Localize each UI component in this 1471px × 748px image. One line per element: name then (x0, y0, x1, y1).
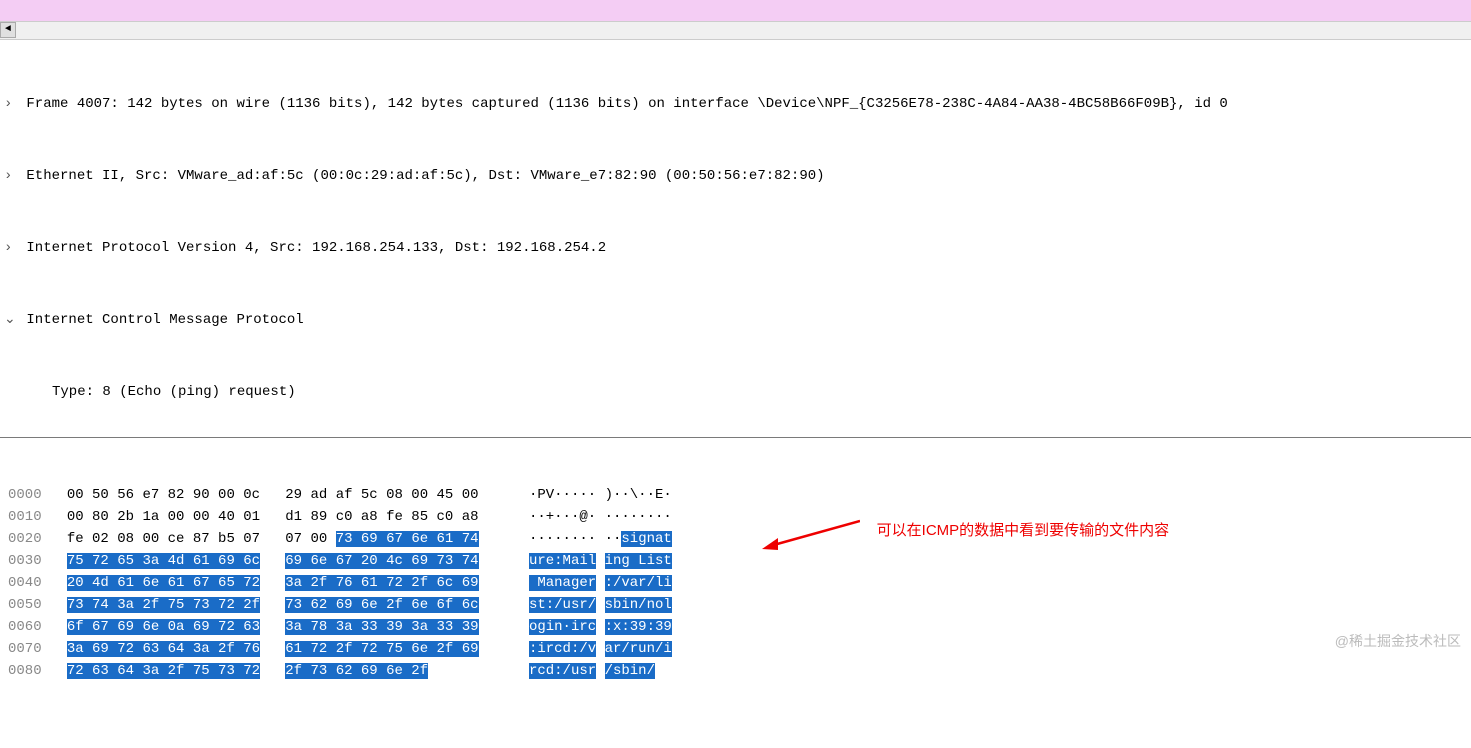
hex-ascii-highlighted: rcd:/usr (529, 663, 596, 679)
hex-row[interactable]: 0050 73 74 3a 2f 75 73 72 2f 73 62 69 6e… (0, 594, 1471, 616)
hex-ascii-highlighted: ing List (605, 553, 672, 569)
horizontal-scrollbar[interactable]: ◄ (0, 22, 1471, 40)
hex-bytes: 00 80 2b 1a 00 00 40 01 (67, 509, 260, 525)
hex-bytes-highlighted: 2f 73 62 69 6e 2f (285, 663, 428, 679)
hex-offset: 0040 (8, 575, 42, 591)
hex-row[interactable]: 0030 75 72 65 3a 4d 61 69 6c 69 6e 67 20… (0, 550, 1471, 572)
tree-frame[interactable]: › Frame 4007: 142 bytes on wire (1136 bi… (0, 92, 1471, 116)
hex-row[interactable]: 0020 fe 02 08 00 ce 87 b5 07 07 00 73 69… (0, 528, 1471, 550)
hex-bytes-highlighted: 75 72 65 3a 4d 61 69 6c (67, 553, 260, 569)
chevron-right-icon[interactable]: › (4, 164, 18, 188)
hex-ascii-highlighted: :/var/li (605, 575, 672, 591)
hex-row[interactable]: 0060 6f 67 69 6e 0a 69 72 63 3a 78 3a 33… (0, 616, 1471, 638)
hex-ascii: ·· (605, 531, 622, 547)
hex-row[interactable]: 0000 00 50 56 e7 82 90 00 0c 29 ad af 5c… (0, 484, 1471, 506)
chevron-down-icon[interactable]: ⌄ (4, 308, 18, 332)
scroll-left-button[interactable]: ◄ (0, 22, 16, 38)
hex-offset: 0050 (8, 597, 42, 613)
chevron-right-icon[interactable]: › (4, 236, 18, 260)
hex-ascii: ········ (605, 509, 672, 525)
hex-ascii-highlighted: /sbin/ (605, 663, 655, 679)
hex-row[interactable]: 0010 00 80 2b 1a 00 00 40 01 d1 89 c0 a8… (0, 506, 1471, 528)
hex-bytes-highlighted: 20 4d 61 6e 61 67 65 72 (67, 575, 260, 591)
watermark: @稀土掘金技术社区 (1335, 630, 1461, 652)
hex-bytes-highlighted: 72 63 64 3a 2f 75 73 72 (67, 663, 260, 679)
hex-bytes-highlighted: 3a 2f 76 61 72 2f 6c 69 (285, 575, 478, 591)
hex-ascii: ··+···@· (529, 509, 596, 525)
hex-bytes-highlighted: 69 6e 67 20 4c 69 73 74 (285, 553, 478, 569)
hex-ascii-highlighted: :x:39:39 (605, 619, 672, 635)
hex-ascii-highlighted: st:/usr/ (529, 597, 596, 613)
hex-offset: 0020 (8, 531, 42, 547)
hex-bytes: 07 00 (285, 531, 335, 547)
hex-bytes: fe 02 08 00 ce 87 b5 07 (67, 531, 260, 547)
hex-bytes-highlighted: 6f 67 69 6e 0a 69 72 63 (67, 619, 260, 635)
tree-icmp[interactable]: ⌄ Internet Control Message Protocol (0, 308, 1471, 332)
hex-dump-pane[interactable]: 0000 00 50 56 e7 82 90 00 0c 29 ad af 5c… (0, 438, 1471, 658)
chevron-right-icon[interactable]: › (4, 92, 18, 116)
arrow-annotation-icon (760, 516, 860, 556)
hex-ascii: )··\··E· (605, 487, 672, 503)
hex-offset: 0010 (8, 509, 42, 525)
hex-ascii-highlighted: sbin/nol (605, 597, 672, 613)
tree-ethernet[interactable]: › Ethernet II, Src: VMware_ad:af:5c (00:… (0, 164, 1471, 188)
hex-bytes-highlighted: 73 62 69 6e 2f 6e 6f 6c (285, 597, 478, 613)
hex-offset: 0030 (8, 553, 42, 569)
hex-ascii-highlighted: ogin·irc (529, 619, 596, 635)
hex-offset: 0060 (8, 619, 42, 635)
hex-ascii-highlighted: ar/run/i (605, 641, 672, 657)
hex-ascii: ········ (529, 531, 596, 547)
annotation-callout: 可以在ICMP的数据中看到要传输的文件内容 (860, 498, 1169, 586)
hex-offset: 0000 (8, 487, 42, 503)
hex-bytes-highlighted: 61 72 2f 72 75 6e 2f 69 (285, 641, 478, 657)
icmp-type[interactable]: Type: 8 (Echo (ping) request) (0, 380, 1471, 404)
hex-bytes: d1 89 c0 a8 fe 85 c0 a8 (285, 509, 478, 525)
hex-bytes: 00 50 56 e7 82 90 00 0c (67, 487, 260, 503)
hex-ascii-highlighted: :ircd:/v (529, 641, 596, 657)
hex-row[interactable]: 0070 3a 69 72 63 64 3a 2f 76 61 72 2f 72… (0, 638, 1471, 660)
hex-bytes-highlighted: 73 69 67 6e 61 74 (336, 531, 479, 547)
hex-bytes: 29 ad af 5c 08 00 45 00 (285, 487, 478, 503)
hex-ascii-highlighted: Manager (529, 575, 596, 591)
hex-bytes-highlighted: 3a 69 72 63 64 3a 2f 76 (67, 641, 260, 657)
hex-bytes-highlighted: 3a 78 3a 33 39 3a 33 39 (285, 619, 478, 635)
hex-ascii-highlighted: signat (621, 531, 671, 547)
hex-ascii-highlighted: ure:Mail (529, 553, 596, 569)
hex-offset: 0070 (8, 641, 42, 657)
hex-offset: 0080 (8, 663, 42, 679)
hex-row[interactable]: 0040 20 4d 61 6e 61 67 65 72 3a 2f 76 61… (0, 572, 1471, 594)
hex-row[interactable]: 0080 72 63 64 3a 2f 75 73 72 2f 73 62 69… (0, 660, 1471, 682)
packet-list-row[interactable]: → 4007 1531.… 192.168.254.133 192.168.25… (0, 0, 1471, 22)
hex-ascii: ·PV····· (529, 487, 596, 503)
tree-ip[interactable]: › Internet Protocol Version 4, Src: 192.… (0, 236, 1471, 260)
hex-bytes-highlighted: 73 74 3a 2f 75 73 72 2f (67, 597, 260, 613)
packet-details-pane[interactable]: › Frame 4007: 142 bytes on wire (1136 bi… (0, 40, 1471, 438)
